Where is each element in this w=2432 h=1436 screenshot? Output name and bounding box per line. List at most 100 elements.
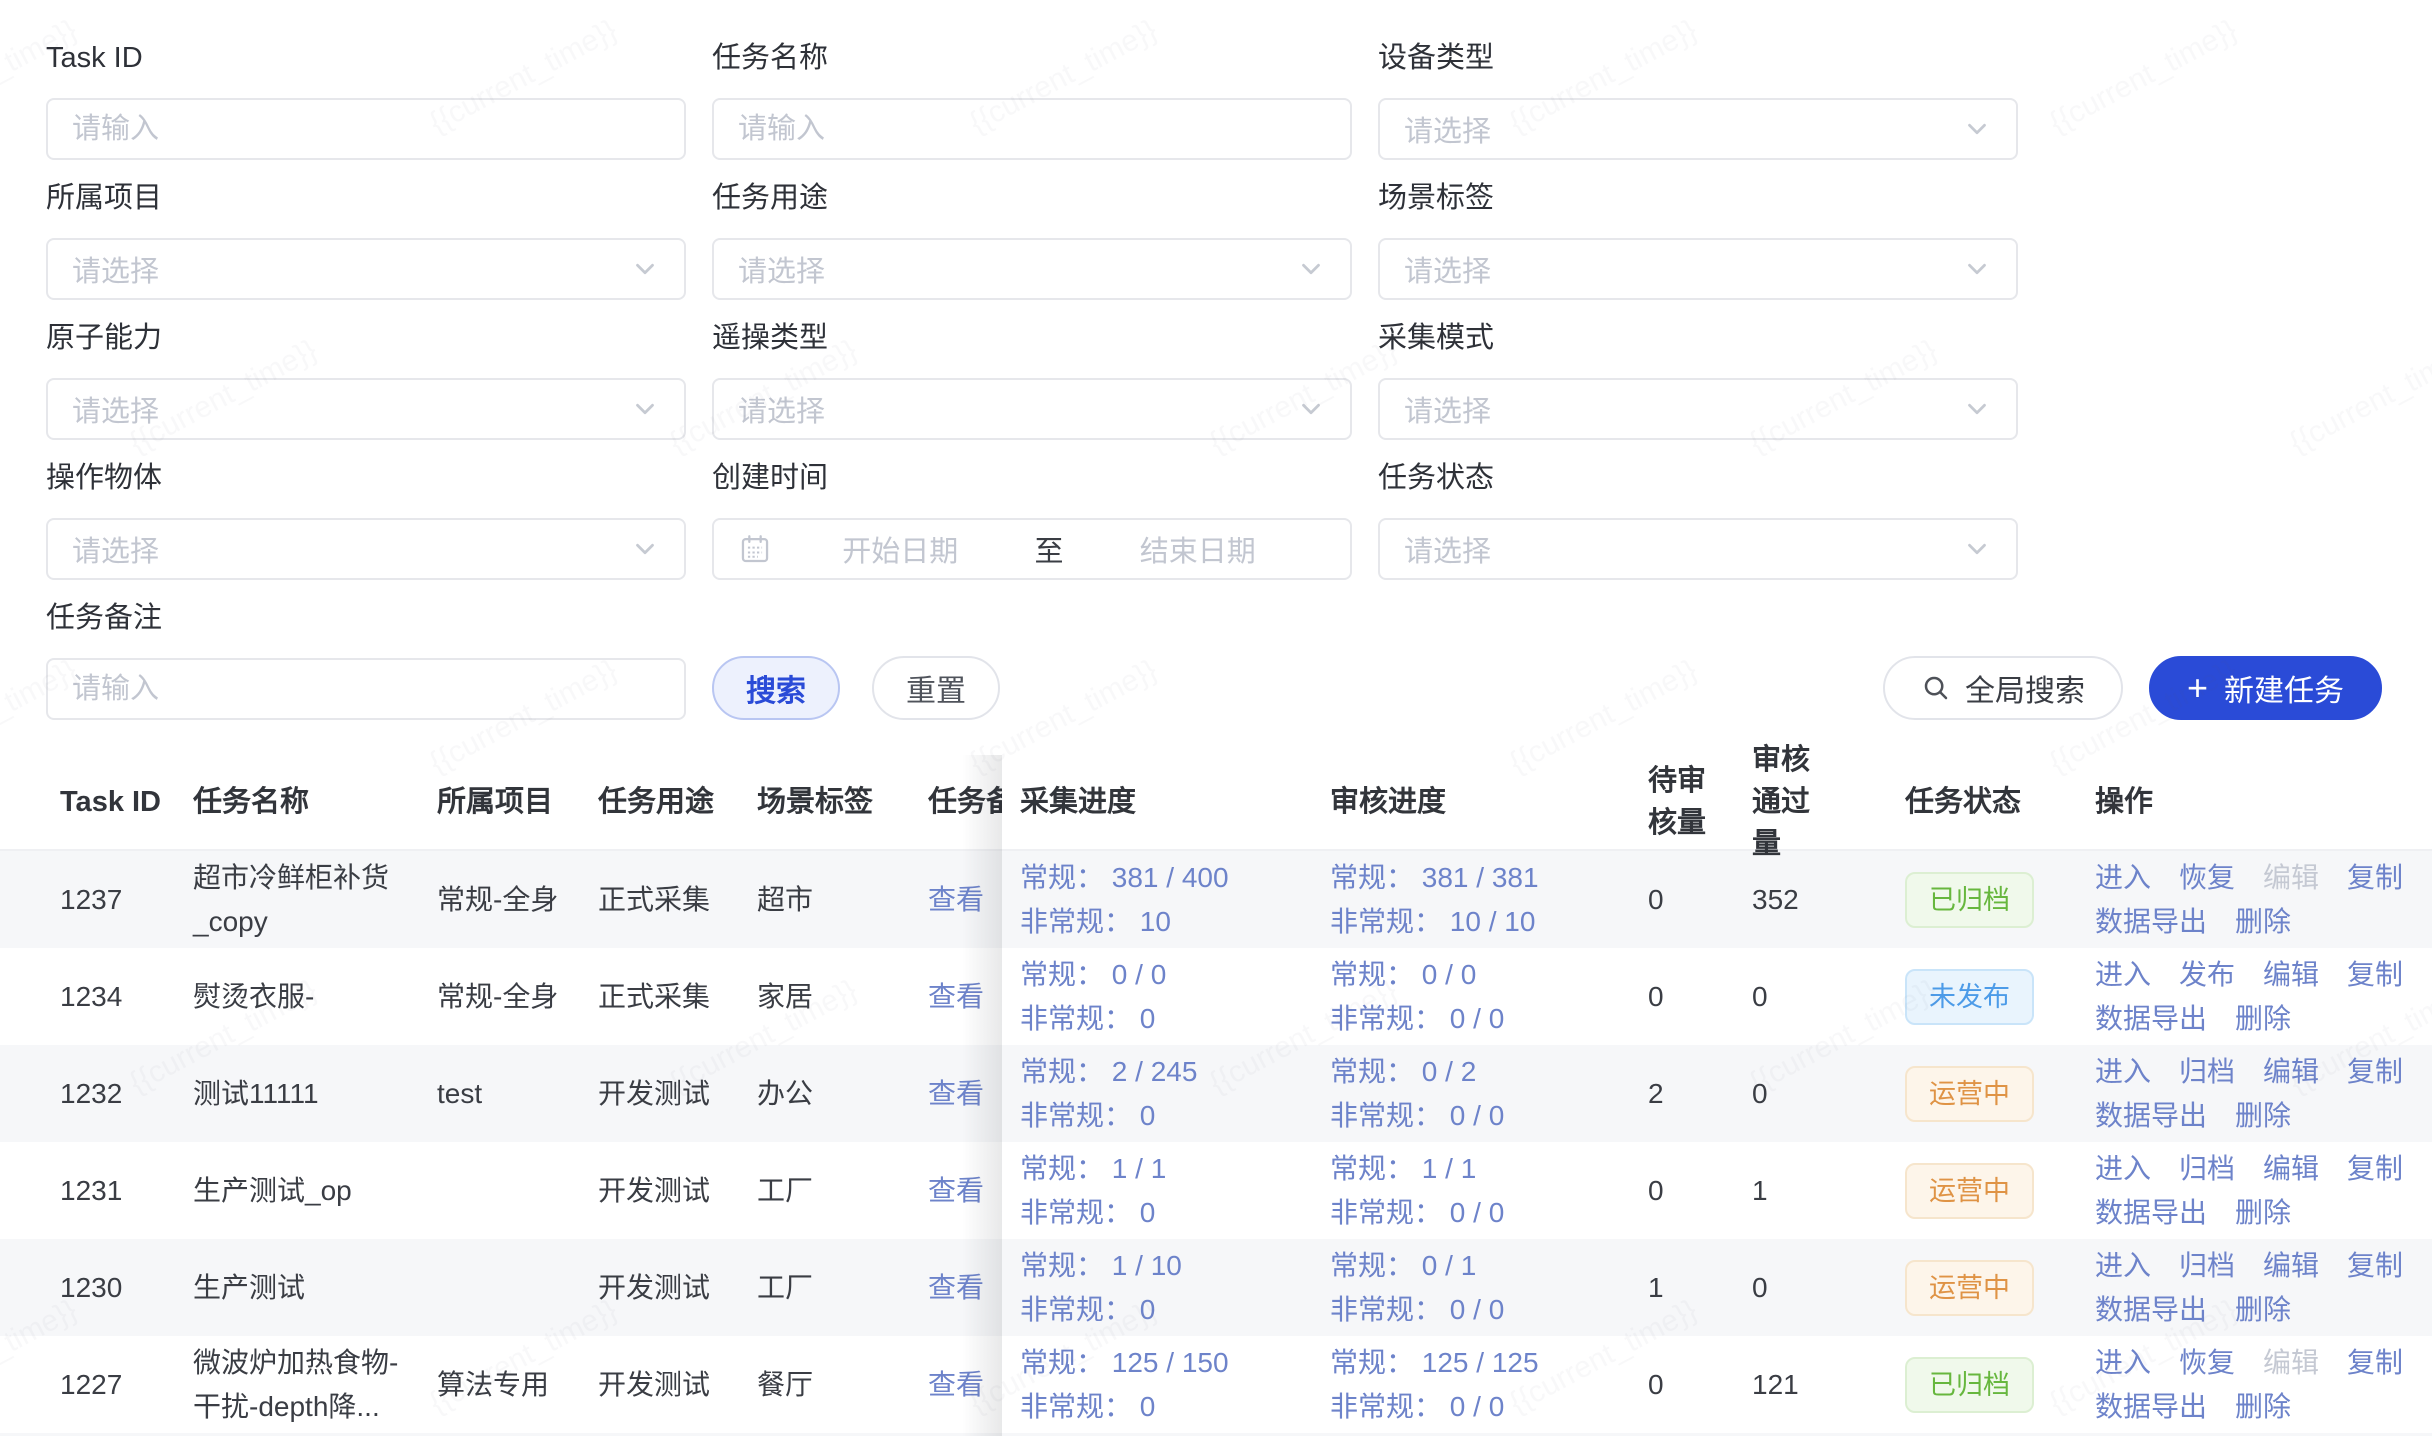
- action-link-enabled[interactable]: 进入: [2095, 856, 2151, 900]
- action-link-enabled[interactable]: 编辑: [2263, 953, 2319, 997]
- action-link-enabled[interactable]: 复制: [2347, 1341, 2403, 1385]
- progress-text: 常规： 0 / 2: [1330, 1050, 1620, 1094]
- action-link-enabled[interactable]: 删除: [2235, 1094, 2291, 1138]
- cell-passed-count: 1: [1740, 1169, 1905, 1213]
- action-link-enabled[interactable]: 复制: [2347, 856, 2403, 900]
- cell-pending-count: 0: [1620, 975, 1740, 1019]
- action-link-enabled[interactable]: 进入: [2095, 953, 2151, 997]
- action-link-enabled[interactable]: 数据导出: [2095, 1191, 2207, 1235]
- remark-view-link[interactable]: 查看: [928, 975, 1002, 1019]
- action-link-enabled[interactable]: 删除: [2235, 1288, 2291, 1332]
- status-badge: 已归档: [1905, 1357, 2034, 1413]
- scene-tag-select[interactable]: 请选择: [1378, 238, 2018, 300]
- cell-actions: 进入归档编辑复制 数据导出删除: [2095, 1147, 2432, 1235]
- remark-view-link[interactable]: 查看: [928, 1363, 1002, 1407]
- action-link-enabled[interactable]: 进入: [2095, 1244, 2151, 1288]
- action-link-enabled[interactable]: 删除: [2235, 1385, 2291, 1429]
- action-link-enabled[interactable]: 删除: [2235, 997, 2291, 1041]
- create-time-range-picker[interactable]: 开始日期 至 结束日期: [712, 518, 1352, 580]
- task-status-select[interactable]: 请选择: [1378, 518, 2018, 580]
- cell-collect-progress: 常规： 381 / 400非常规： 10: [1002, 856, 1330, 944]
- new-task-button[interactable]: + 新建任务: [2149, 656, 2382, 720]
- action-link-enabled[interactable]: 数据导出: [2095, 1288, 2207, 1332]
- start-date-placeholder[interactable]: 开始日期: [772, 528, 1029, 570]
- table-row: 1230 生产测试 开发测试 工厂 查看 常规： 1 / 10非常规： 0 常规…: [0, 1239, 2432, 1336]
- filter-label: 原子能力: [46, 318, 686, 358]
- cell-project: 常规-全身: [437, 975, 598, 1019]
- action-link-disabled: 编辑: [2263, 1341, 2319, 1385]
- action-link-enabled[interactable]: 复制: [2347, 1050, 2403, 1094]
- table-row: 1227 微波炉加热食物-干扰-depth降... 算法专用 开发测试 餐厅 查…: [0, 1336, 2432, 1433]
- action-line-2: 数据导出删除: [2095, 1288, 2396, 1332]
- action-link-enabled[interactable]: 归档: [2179, 1244, 2235, 1288]
- progress-text: 常规： 2 / 245: [1020, 1050, 1330, 1094]
- cell-project: 算法专用: [437, 1363, 598, 1407]
- project-select[interactable]: 请选择: [46, 238, 686, 300]
- action-link-enabled[interactable]: 数据导出: [2095, 997, 2207, 1041]
- action-link-enabled[interactable]: 恢复: [2179, 856, 2235, 900]
- filter-remark: 任务备注: [46, 598, 686, 720]
- reset-button[interactable]: 重置: [872, 656, 1000, 720]
- object-select[interactable]: 请选择: [46, 518, 686, 580]
- end-date-placeholder[interactable]: 结束日期: [1070, 528, 1327, 570]
- action-link-enabled[interactable]: 进入: [2095, 1341, 2151, 1385]
- status-badge: 未发布: [1905, 969, 2034, 1025]
- cell-project: test: [437, 1072, 598, 1116]
- cell-collect-progress: 常规： 1 / 10非常规： 0: [1002, 1244, 1330, 1332]
- cell-scene: 家居: [757, 975, 928, 1019]
- action-line-2: 数据导出删除: [2095, 997, 2396, 1041]
- remark-input[interactable]: [46, 658, 686, 720]
- action-link-enabled[interactable]: 进入: [2095, 1147, 2151, 1191]
- action-link-enabled[interactable]: 数据导出: [2095, 1385, 2207, 1429]
- select-placeholder: 请选择: [738, 388, 1296, 430]
- header-passed: 审核通过量: [1740, 739, 1905, 865]
- action-link-enabled[interactable]: 复制: [2347, 1147, 2403, 1191]
- progress-text: 常规： 0 / 1: [1330, 1244, 1620, 1288]
- action-line-1: 进入恢复编辑复制: [2095, 856, 2396, 900]
- action-link-enabled[interactable]: 编辑: [2263, 1244, 2319, 1288]
- action-link-enabled[interactable]: 进入: [2095, 1050, 2151, 1094]
- action-link-enabled[interactable]: 编辑: [2263, 1050, 2319, 1094]
- action-link-enabled[interactable]: 数据导出: [2095, 900, 2207, 944]
- chevron-down-icon: [1962, 394, 1992, 424]
- cell-passed-count: 0: [1740, 975, 1905, 1019]
- action-link-enabled[interactable]: 复制: [2347, 953, 2403, 997]
- remark-view-link[interactable]: 查看: [928, 878, 1002, 922]
- purpose-select[interactable]: 请选择: [712, 238, 1352, 300]
- cell-name: 测试11111: [193, 1072, 437, 1116]
- task-id-input[interactable]: [46, 98, 686, 160]
- filter-label: 任务状态: [1378, 458, 2018, 498]
- chevron-down-icon: [1296, 394, 1326, 424]
- chevron-down-icon: [1962, 534, 1992, 564]
- teleop-type-select[interactable]: 请选择: [712, 378, 1352, 440]
- action-link-enabled[interactable]: 归档: [2179, 1050, 2235, 1094]
- cell-pending-count: 0: [1620, 878, 1740, 922]
- cell-scene: 餐厅: [757, 1363, 928, 1407]
- task-name-input[interactable]: [712, 98, 1352, 160]
- action-link-enabled[interactable]: 恢复: [2179, 1341, 2235, 1385]
- action-link-enabled[interactable]: 归档: [2179, 1147, 2235, 1191]
- remark-view-link[interactable]: 查看: [928, 1072, 1002, 1116]
- collect-mode-select[interactable]: 请选择: [1378, 378, 2018, 440]
- filter-task-id: Task ID: [46, 38, 686, 160]
- remark-view-link[interactable]: 查看: [928, 1266, 1002, 1310]
- remark-view-link[interactable]: 查看: [928, 1169, 1002, 1213]
- search-button[interactable]: 搜索: [712, 656, 840, 720]
- global-search-button[interactable]: 全局搜索: [1883, 656, 2123, 720]
- cell-scene: 工厂: [757, 1169, 928, 1213]
- cell-collect-progress: 常规： 0 / 0非常规： 0: [1002, 953, 1330, 1041]
- action-link-enabled[interactable]: 编辑: [2263, 1147, 2319, 1191]
- progress-text: 非常规： 0: [1020, 1288, 1330, 1332]
- action-link-enabled[interactable]: 发布: [2179, 953, 2235, 997]
- device-type-select[interactable]: 请选择: [1378, 98, 2018, 160]
- atomic-ability-select[interactable]: 请选择: [46, 378, 686, 440]
- header-collect: 采集进度: [1002, 780, 1330, 824]
- action-link-enabled[interactable]: 删除: [2235, 900, 2291, 944]
- action-link-enabled[interactable]: 复制: [2347, 1244, 2403, 1288]
- action-link-enabled[interactable]: 数据导出: [2095, 1094, 2207, 1138]
- action-link-enabled[interactable]: 删除: [2235, 1191, 2291, 1235]
- select-placeholder: 请选择: [72, 388, 630, 430]
- cell-review-progress: 常规： 0 / 2非常规： 0 / 0: [1330, 1050, 1620, 1138]
- action-line-2: 数据导出删除: [2095, 1385, 2396, 1429]
- chevron-down-icon: [630, 254, 660, 284]
